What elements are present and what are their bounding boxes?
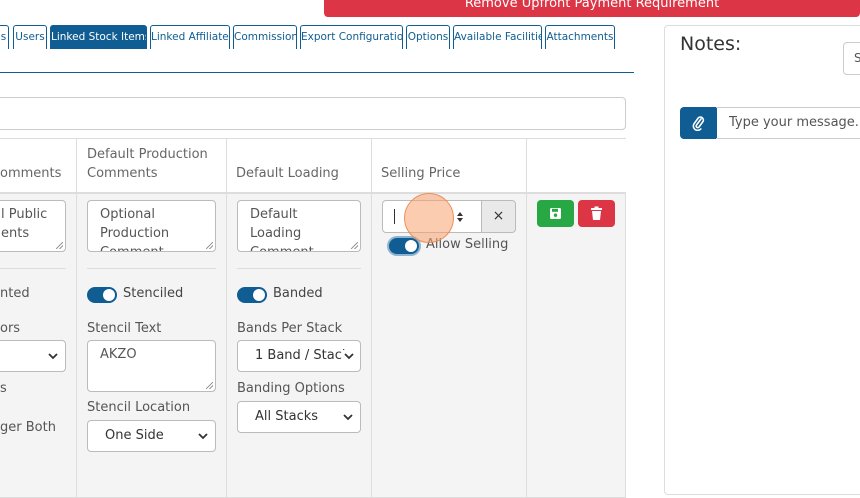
resize-grip-icon[interactable] bbox=[351, 242, 358, 249]
delete-button[interactable] bbox=[578, 200, 615, 227]
production-comment-textarea[interactable]: Optional Production Comment bbox=[87, 200, 216, 252]
trash-icon bbox=[591, 206, 602, 220]
banding-options-value: All Stacks bbox=[255, 409, 319, 424]
chevron-down-icon bbox=[342, 350, 356, 362]
tab-label: Export Configuration bbox=[301, 31, 403, 43]
click-indicator bbox=[404, 193, 454, 243]
bands-per-stack-select[interactable]: 1 Band / Stack bbox=[237, 340, 361, 372]
column-divider bbox=[371, 138, 372, 192]
save-icon bbox=[550, 208, 561, 219]
column-divider bbox=[526, 138, 527, 192]
banded-label: Banded bbox=[273, 286, 323, 301]
save-button[interactable] bbox=[537, 200, 574, 227]
tab-export-configuration[interactable]: Export Configuration bbox=[300, 25, 403, 49]
stencil-text-value: AKZO bbox=[100, 347, 137, 362]
resize-grip-icon[interactable] bbox=[56, 242, 63, 249]
stencil-location-select[interactable]: One Side bbox=[87, 420, 216, 452]
header-default-loading: Default Loading bbox=[236, 166, 339, 181]
bands-per-stack-value: 1 Band / Stack bbox=[255, 348, 350, 363]
tab-linked-affiliates[interactable]: Linked Affiliates bbox=[150, 25, 230, 49]
header-comments: omments bbox=[0, 166, 62, 181]
resize-grip-icon[interactable] bbox=[206, 242, 213, 249]
tab-linked-stock-items[interactable]: Linked Stock Items bbox=[50, 25, 147, 49]
attach-button[interactable] bbox=[680, 107, 717, 139]
text-cursor bbox=[394, 209, 395, 224]
tab-commission[interactable]: Commission bbox=[233, 25, 297, 49]
notes-panel bbox=[664, 25, 860, 495]
stencil-location-label: Stencil Location bbox=[87, 400, 191, 415]
filter-input[interactable] bbox=[0, 97, 626, 130]
stenciled-toggle[interactable] bbox=[87, 287, 117, 303]
col1-s-label: s bbox=[0, 381, 7, 396]
chevron-down-icon bbox=[198, 433, 208, 440]
banding-options-select[interactable]: All Stacks bbox=[237, 401, 361, 433]
clear-price-button[interactable]: × bbox=[481, 200, 516, 233]
message-placeholder: Type your message... bbox=[729, 115, 860, 130]
row-separator bbox=[87, 268, 216, 269]
tab-bar-divider bbox=[0, 72, 634, 73]
spinner-arrows-icon[interactable] bbox=[456, 210, 464, 224]
column-divider bbox=[226, 138, 227, 192]
row-separator bbox=[0, 268, 66, 269]
remove-upfront-payment-button[interactable]: Remove Upfront Payment Requirement bbox=[324, 0, 860, 17]
notes-title: Notes: bbox=[680, 33, 742, 55]
tab-label: Attachments bbox=[546, 31, 614, 43]
tab-label: Linked Stock Items bbox=[51, 31, 147, 43]
production-comment-placeholder: Optional Production Comment bbox=[100, 207, 170, 251]
col1-colors-select[interactable] bbox=[0, 340, 66, 372]
loading-comment-textarea[interactable]: Default Loading Comment bbox=[237, 200, 361, 252]
public-comment-text: l Public ents bbox=[1, 207, 48, 241]
tab-label: Users bbox=[15, 31, 45, 43]
tab-users[interactable]: Users bbox=[13, 25, 47, 49]
stencil-text-textarea[interactable]: AKZO bbox=[87, 340, 216, 392]
notes-filter-select[interactable]: S bbox=[843, 42, 860, 75]
banding-options-label: Banding Options bbox=[237, 381, 345, 396]
row-separator bbox=[237, 268, 361, 269]
chevron-down-icon bbox=[343, 414, 353, 421]
notes-filter-value: S bbox=[854, 51, 860, 65]
tab-previous[interactable]: s bbox=[0, 25, 9, 49]
loading-comment-placeholder: Default Loading Comment bbox=[250, 207, 314, 251]
allow-selling-toggle[interactable] bbox=[389, 238, 419, 254]
tab-label: Available Facilities bbox=[454, 31, 542, 43]
close-icon: × bbox=[492, 208, 505, 224]
tab-attachments[interactable]: Attachments bbox=[545, 25, 615, 49]
header-divider bbox=[0, 192, 626, 194]
col1-colors-label: ors bbox=[0, 321, 21, 336]
bands-per-stack-label: Bands Per Stack bbox=[237, 321, 343, 336]
col1-ger-both-label: ger Both bbox=[0, 420, 56, 435]
stencil-location-value: One Side bbox=[105, 428, 164, 443]
tab-options[interactable]: Options bbox=[406, 25, 450, 49]
tab-label: Linked Affiliates bbox=[151, 31, 230, 43]
message-input[interactable]: Type your message... bbox=[716, 107, 860, 139]
header-selling-price: Selling Price bbox=[381, 166, 461, 181]
column-divider bbox=[76, 138, 77, 192]
tab-label: s bbox=[0, 31, 7, 43]
stencil-text-label: Stencil Text bbox=[87, 321, 162, 336]
paperclip-icon bbox=[692, 116, 705, 131]
tab-label: Commission bbox=[234, 31, 297, 43]
resize-grip-icon[interactable] bbox=[206, 382, 213, 389]
stenciled-label: Stenciled bbox=[123, 286, 184, 301]
tab-available-facilities[interactable]: Available Facilities bbox=[453, 25, 542, 49]
public-comment-textarea[interactable]: l Public ents bbox=[0, 200, 66, 252]
banded-toggle[interactable] bbox=[237, 287, 267, 303]
header-default-production-comments: Default Production Comments bbox=[87, 147, 208, 181]
tab-label: Options bbox=[407, 31, 449, 43]
col1-toggle-label: nted bbox=[0, 286, 30, 301]
chevron-down-icon bbox=[48, 353, 58, 360]
